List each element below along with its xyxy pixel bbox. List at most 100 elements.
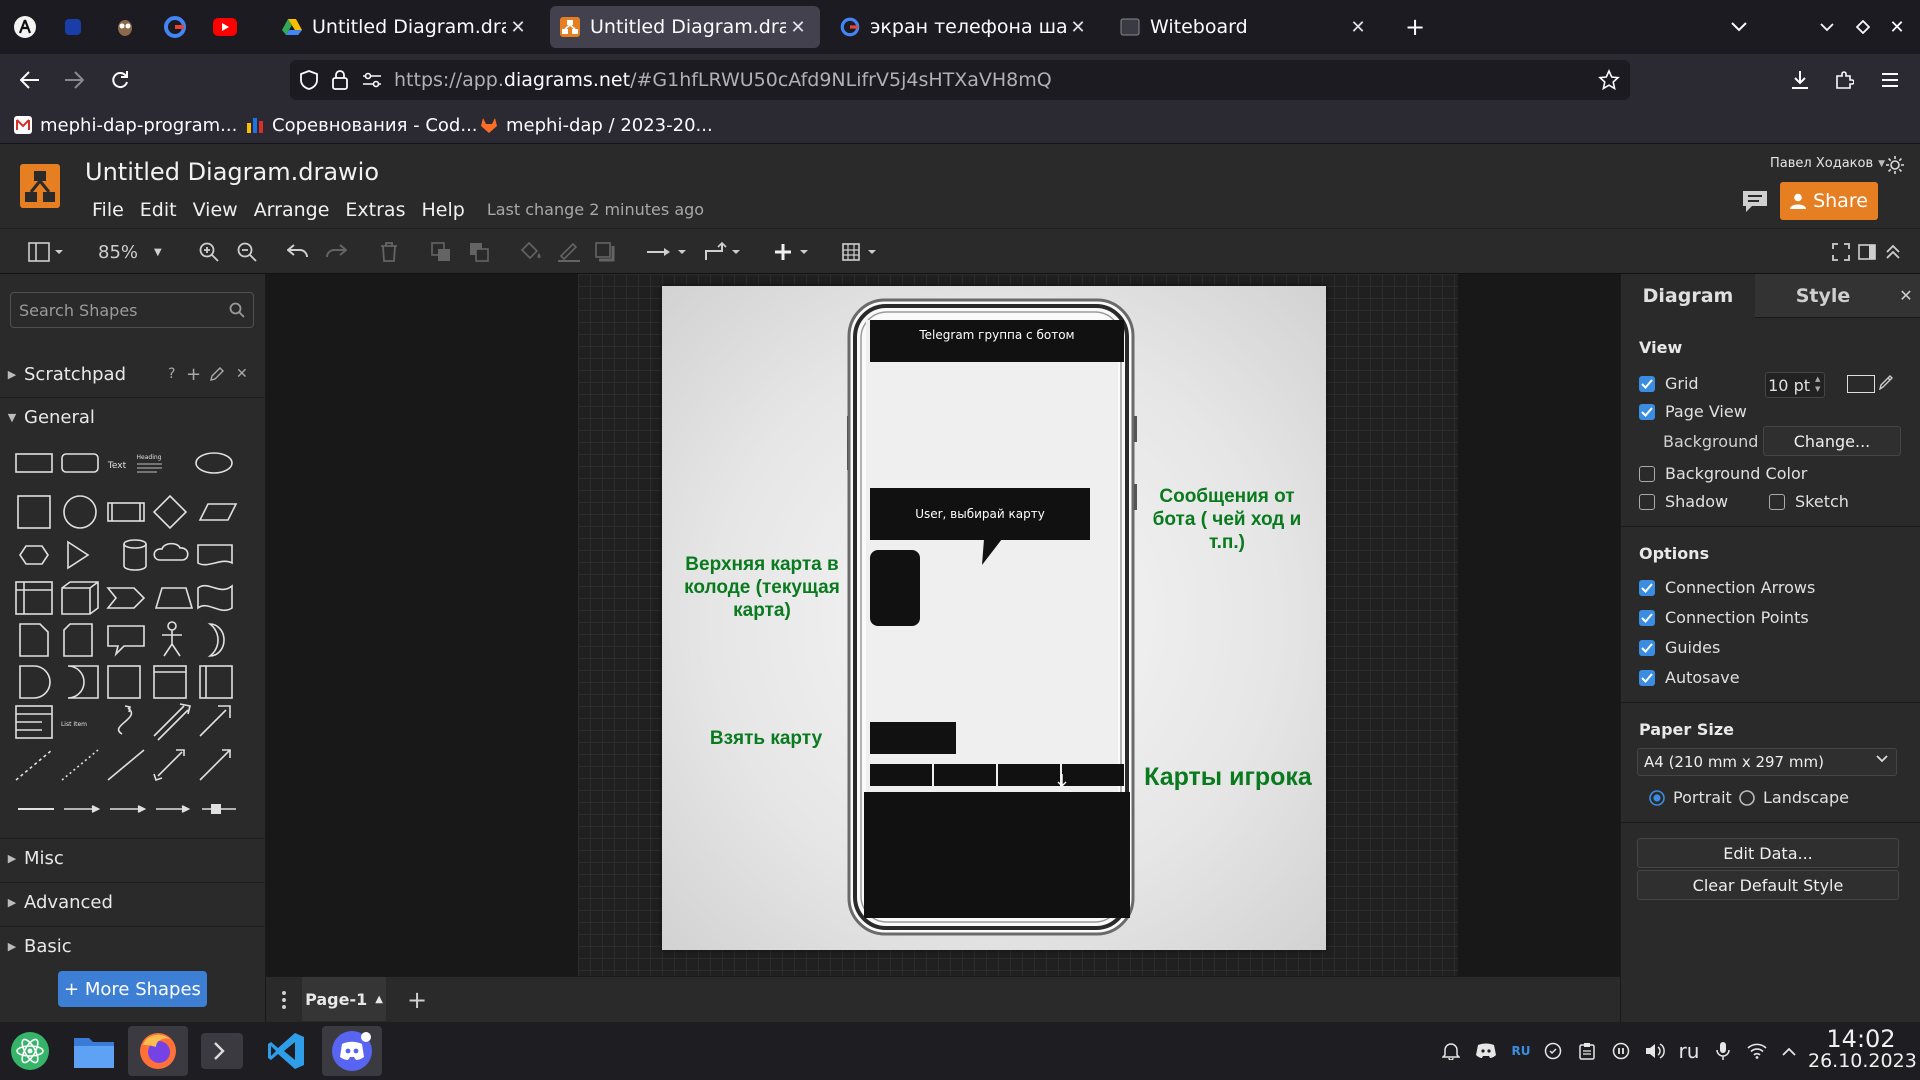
bookmark-codeforces[interactable]: Соревнования - Cod... bbox=[246, 112, 478, 138]
address-bar[interactable]: https://app.diagrams.net/#G1hfLRWU50cAfd… bbox=[290, 60, 1630, 100]
shadow-checkbox[interactable]: Shadow bbox=[1639, 492, 1728, 511]
minimize-chevron-icon[interactable] bbox=[1812, 12, 1842, 42]
edit-pencil-icon[interactable] bbox=[210, 367, 224, 381]
telegram-header-bar[interactable]: Telegram группа с ботом bbox=[870, 320, 1124, 362]
list-tabs-chevron-icon[interactable] bbox=[1724, 12, 1754, 42]
redo-icon[interactable] bbox=[324, 240, 348, 264]
close-window-icon[interactable]: ✕ bbox=[1882, 12, 1912, 42]
lock-icon[interactable] bbox=[332, 70, 348, 90]
panels-toggle-icon[interactable] bbox=[26, 240, 66, 264]
close-tab-icon[interactable]: ✕ bbox=[786, 17, 810, 38]
vpn-shield-icon[interactable] bbox=[1542, 1039, 1564, 1063]
discord-icon[interactable] bbox=[322, 1026, 382, 1076]
edit-data-button[interactable]: Edit Data... bbox=[1637, 838, 1899, 868]
pages-menu-dots-icon[interactable] bbox=[274, 988, 294, 1012]
autosave-checkbox[interactable]: Autosave bbox=[1639, 668, 1740, 687]
page-tab-page-1[interactable]: Page-1 ▲ bbox=[302, 977, 386, 1021]
connection-points-checkbox[interactable]: Connection Points bbox=[1639, 608, 1809, 627]
menu-help[interactable]: Help bbox=[413, 196, 472, 224]
close-tab-icon[interactable]: ✕ bbox=[1066, 17, 1090, 38]
portrait-radio[interactable]: Portrait bbox=[1649, 788, 1732, 807]
change-background-button[interactable]: Change... bbox=[1763, 426, 1901, 456]
theme-sun-icon[interactable] bbox=[1884, 154, 1906, 176]
volume-speaker-icon[interactable] bbox=[1644, 1039, 1666, 1063]
help-icon[interactable]: ? bbox=[168, 366, 175, 382]
media-pause-icon[interactable] bbox=[1610, 1039, 1632, 1063]
keyboard-layout-indicator[interactable]: RU bbox=[1510, 1039, 1532, 1063]
app-menu-hamburger-icon[interactable] bbox=[1876, 66, 1904, 94]
clipboard-icon[interactable] bbox=[1576, 1039, 1598, 1063]
pinned-tab-arch-icon[interactable] bbox=[10, 12, 40, 42]
bot-message-bubble[interactable]: User, выбирай карту bbox=[870, 488, 1090, 540]
tray-expand-chevron-icon[interactable] bbox=[1778, 1039, 1800, 1063]
format-panel-toggle-icon[interactable] bbox=[1856, 240, 1878, 264]
clock[interactable]: 14:02 26.10.2023 bbox=[1808, 1027, 1917, 1072]
fill-color-icon[interactable] bbox=[520, 240, 542, 264]
background-color-checkbox[interactable]: Background Color bbox=[1639, 464, 1807, 483]
basic-section[interactable]: ▶ Basic bbox=[0, 926, 266, 966]
share-button[interactable]: Share bbox=[1780, 182, 1878, 220]
fullscreen-icon[interactable] bbox=[1830, 240, 1852, 264]
notifications-bell-icon[interactable] bbox=[1440, 1039, 1462, 1063]
wifi-icon[interactable] bbox=[1746, 1039, 1768, 1063]
comments-icon[interactable] bbox=[1740, 186, 1770, 216]
bookmark-mephi-dap-program[interactable]: mephi-dap-program... bbox=[14, 112, 237, 138]
close-panel-icon[interactable]: ✕ bbox=[1891, 274, 1920, 318]
site-permissions-icon[interactable] bbox=[362, 72, 382, 88]
player-card[interactable] bbox=[870, 764, 932, 786]
document-title[interactable]: Untitled Diagram.drawio bbox=[85, 158, 379, 186]
pinned-tab-blue-icon[interactable] bbox=[58, 12, 88, 42]
label-player-cards[interactable]: Карты игрока bbox=[1134, 762, 1322, 792]
tab-witeboard[interactable]: Witeboard ✕ bbox=[1110, 6, 1380, 48]
player-card[interactable] bbox=[934, 764, 996, 786]
bookmark-gitlab[interactable]: mephi-dap / 2023-20... bbox=[480, 112, 713, 138]
more-shapes-button[interactable]: + More Shapes bbox=[58, 971, 207, 1007]
file-manager-icon[interactable] bbox=[64, 1026, 124, 1076]
add-icon[interactable]: + bbox=[186, 364, 201, 385]
pinned-tab-owl-icon[interactable] bbox=[110, 12, 140, 42]
close-tab-icon[interactable]: ✕ bbox=[506, 17, 530, 38]
menu-view[interactable]: View bbox=[185, 196, 246, 224]
add-page-plus-icon[interactable]: + bbox=[406, 986, 428, 1014]
vscode-icon[interactable] bbox=[256, 1026, 316, 1076]
tab-drawio-2[interactable]: Untitled Diagram.drawio ✕ bbox=[550, 6, 820, 48]
start-menu-atom-icon[interactable] bbox=[0, 1026, 60, 1076]
insert-plus-icon[interactable] bbox=[774, 240, 814, 264]
to-back-icon[interactable] bbox=[468, 240, 490, 264]
top-deck-card[interactable] bbox=[870, 550, 920, 626]
sketch-checkbox[interactable]: Sketch bbox=[1769, 492, 1849, 511]
landscape-radio[interactable]: Landscape bbox=[1739, 788, 1849, 807]
diagram-canvas[interactable]: Telegram группа с ботом User, выбирай ка… bbox=[266, 274, 1620, 976]
connection-style-icon[interactable] bbox=[646, 240, 690, 264]
clear-default-style-button[interactable]: Clear Default Style bbox=[1637, 870, 1899, 900]
undo-icon[interactable] bbox=[286, 240, 310, 264]
diagram-page[interactable]: Telegram группа с ботом User, выбирай ка… bbox=[662, 286, 1326, 950]
search-icon[interactable] bbox=[229, 302, 245, 318]
grid-checkbox[interactable]: Grid bbox=[1639, 374, 1699, 393]
close-icon[interactable]: ✕ bbox=[236, 366, 248, 382]
user-account-menu[interactable]: Павел Ходаков ▼ bbox=[1770, 156, 1885, 171]
bookmark-star-icon[interactable] bbox=[1598, 69, 1620, 91]
menu-arrange[interactable]: Arrange bbox=[246, 196, 338, 224]
new-tab-plus-icon[interactable]: + bbox=[1400, 12, 1430, 42]
paper-size-select[interactable]: A4 (210 mm x 297 mm) bbox=[1637, 748, 1897, 776]
player-card[interactable] bbox=[1062, 764, 1124, 786]
advanced-section[interactable]: ▶ Advanced bbox=[0, 882, 266, 922]
eyedropper-icon[interactable] bbox=[1879, 374, 1893, 390]
terminal-icon[interactable] bbox=[192, 1026, 252, 1076]
drawio-logo-icon[interactable] bbox=[20, 164, 60, 208]
collapse-chevrons-icon[interactable] bbox=[1882, 240, 1904, 264]
search-shapes-input[interactable]: Search Shapes bbox=[10, 292, 254, 328]
page-view-checkbox[interactable]: Page View bbox=[1639, 402, 1747, 421]
shield-icon[interactable] bbox=[300, 70, 318, 90]
restore-diamond-icon[interactable] bbox=[1848, 12, 1878, 42]
zoom-in-icon[interactable] bbox=[198, 240, 220, 264]
last-change-status[interactable]: Last change 2 minutes ago bbox=[479, 196, 712, 224]
scratchpad-section[interactable]: ▶ Scratchpad ? + ✕ bbox=[0, 354, 266, 394]
keyboard-area[interactable] bbox=[864, 792, 1130, 918]
misc-section[interactable]: ▶ Misc bbox=[0, 838, 266, 878]
guides-checkbox[interactable]: Guides bbox=[1639, 638, 1720, 657]
microphone-icon[interactable] bbox=[1712, 1039, 1734, 1063]
connector-shapes-row[interactable] bbox=[16, 801, 240, 817]
firefox-icon[interactable] bbox=[128, 1026, 188, 1076]
